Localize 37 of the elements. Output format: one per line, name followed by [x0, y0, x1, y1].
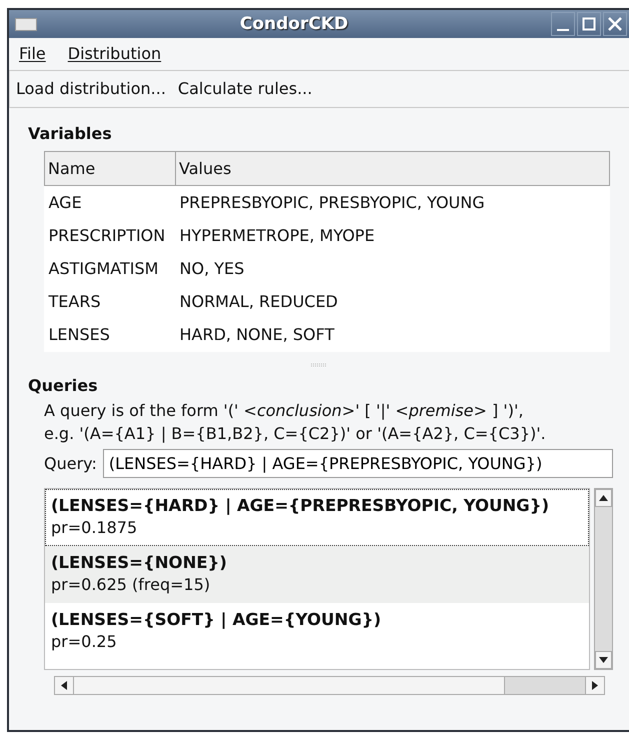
- horizontal-scrollbar[interactable]: [54, 676, 605, 695]
- column-header[interactable]: Values: [176, 152, 610, 186]
- table-cell: NO, YES: [176, 252, 610, 285]
- query-field[interactable]: (LENSES={HARD} | AGE={PREPRESBYOPIC, YOUNG}): [102, 449, 613, 478]
- table-cell: AGE: [44, 186, 176, 219]
- table-cell: HYPERMETROPE, MYOPE: [176, 219, 610, 252]
- vertical-scrollbar[interactable]: [594, 488, 613, 670]
- table-cell: NORMAL, REDUCED: [176, 285, 610, 318]
- menu-item[interactable]: Distribution: [68, 44, 162, 63]
- toolbar-button[interactable]: Calculate rules...: [178, 79, 312, 98]
- close-button[interactable]: [603, 12, 627, 36]
- scroll-right-icon[interactable]: [592, 681, 598, 690]
- section-heading: Queries: [28, 376, 99, 395]
- table-cell: TEARS: [44, 285, 176, 318]
- table-cell: ASTIGMATISM: [44, 252, 176, 285]
- table-cell: PRESCRIPTION: [44, 219, 176, 252]
- result-item[interactable]: (LENSES={SOFT} | AGE={YOUNG}) pr=0.25: [45, 603, 589, 660]
- table-cell: PREPRESBYOPIC, PRESBYOPIC, YOUNG: [176, 186, 610, 219]
- toolbar-button[interactable]: Load distribution...: [16, 79, 166, 98]
- menu-item[interactable]: File: [19, 44, 46, 63]
- query-label: Query:: [44, 454, 97, 473]
- scroll-down-icon[interactable]: [599, 657, 608, 663]
- section-heading: Variables: [28, 124, 113, 143]
- scroll-left-icon[interactable]: [61, 681, 67, 690]
- maximize-button[interactable]: [577, 12, 601, 36]
- minimize-icon: [557, 29, 569, 31]
- window-menu-icon[interactable]: [15, 18, 37, 30]
- close-icon: [608, 17, 622, 31]
- maximize-icon: [582, 17, 596, 31]
- minimize-button[interactable]: [551, 12, 575, 36]
- scroll-up-icon[interactable]: [599, 495, 608, 501]
- table-cell: HARD, NONE, SOFT: [176, 318, 610, 352]
- table-cell: LENSES: [44, 318, 176, 352]
- result-item[interactable]: (LENSES={NONE}) pr=0.625 (freq=15): [45, 546, 589, 603]
- window-title: CondorCKD: [238, 14, 350, 34]
- column-header[interactable]: Name: [44, 152, 176, 186]
- query-description: A query is of the form '(' <conclusion>' [ '|' <premise> ] ')', e.g. '(A={A1} | B={B1,B2}, C={C2})' or '(A={A2}, C={C3})'.: [44, 400, 547, 445]
